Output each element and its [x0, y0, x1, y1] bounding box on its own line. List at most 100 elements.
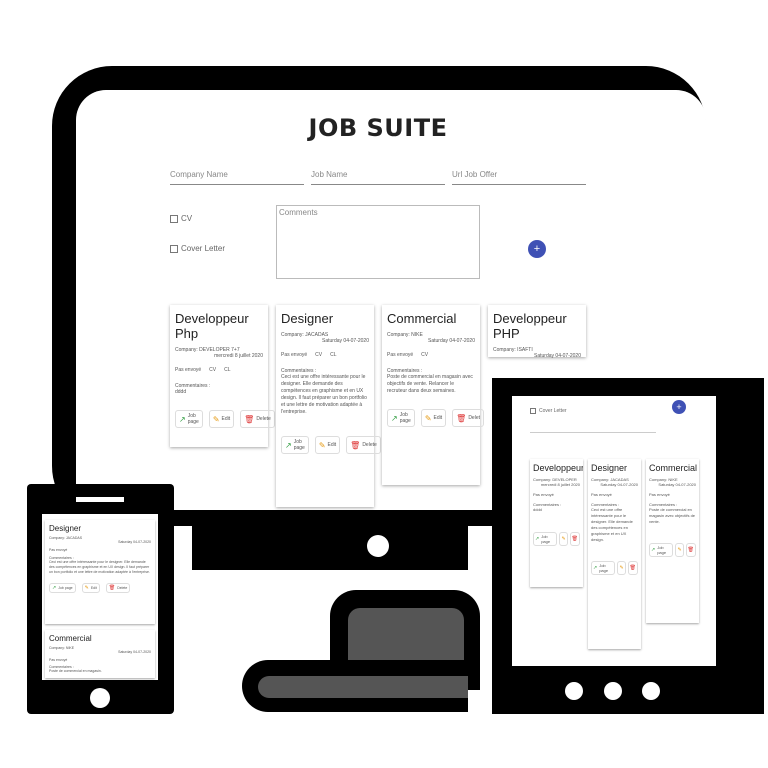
external-link-icon: ↗ — [535, 536, 540, 542]
job-title: Commercial — [649, 463, 698, 473]
edit-button[interactable]: ✎ Edit — [420, 409, 447, 427]
job-date: mercredi 8 juillet 2020 — [214, 353, 263, 359]
comments-text: dddd — [533, 507, 542, 512]
external-link-icon: ↗ — [593, 565, 598, 571]
delete-button[interactable]: 🗑 — [627, 561, 638, 575]
delete-label: Delete — [256, 416, 271, 422]
comments-text: Poste de commercial en magasin avec obje… — [387, 374, 473, 394]
job-page-label: Job page — [541, 534, 551, 544]
status-text: Pas envoyé — [49, 658, 68, 662]
job-page-button[interactable]: ↗ Job page — [49, 583, 76, 593]
job-date: Saturday 04-07-2020 — [534, 353, 581, 359]
job-title: Designer — [281, 311, 334, 326]
edit-button[interactable]: ✎ — [617, 561, 626, 575]
edit-button[interactable]: ✎ — [559, 532, 568, 546]
add-job-button[interactable]: + — [528, 240, 546, 258]
cover-letter-checkbox[interactable]: Cover Letter — [170, 244, 225, 253]
job-title: Developpeur PHP — [493, 311, 567, 341]
tablet-job-card: Designer Company: JACADAS Saturday 04-07… — [588, 459, 641, 649]
job-date: Saturday 04-07-2020 — [118, 650, 151, 654]
job-date: Saturday 04-07-2020 — [322, 338, 369, 344]
job-card: Developpeur Php Company: DEVELOPER 7+7 m… — [170, 305, 275, 447]
job-page-button[interactable]: ↗ Job page — [649, 543, 674, 557]
trash-icon: 🗑 — [108, 585, 116, 591]
trash-icon: 🗑 — [244, 414, 255, 424]
phone-job-card: Designer Company: JACADAS Saturday 04-07… — [45, 520, 155, 624]
status-text: Pas envoyé — [649, 492, 670, 497]
job-date: Saturday 04-07-2020 — [118, 540, 151, 544]
edit-label: Edit — [327, 442, 337, 448]
phone-home-button-icon — [90, 688, 110, 708]
job-page-button[interactable]: ↗ Job page — [533, 532, 558, 546]
comments-text: Poste de commercial en magasin. — [49, 669, 102, 673]
company-name-input[interactable]: Company Name — [170, 170, 304, 185]
delete-button[interactable]: 🗑 Delete — [240, 410, 275, 428]
checkbox-icon — [170, 244, 178, 253]
monitor-stand-base-inner — [258, 676, 468, 698]
job-page-button[interactable]: ↗ Job page — [591, 561, 616, 575]
delete-button[interactable]: 🗑 Delete — [105, 583, 131, 593]
edit-icon: ✎ — [424, 413, 432, 423]
edit-label: Edit — [221, 416, 231, 422]
job-title: Commercial — [49, 634, 92, 643]
job-page-label: Job page — [58, 586, 73, 590]
edit-label: Edit — [433, 415, 443, 421]
comments-text: Poste de commercial en magasin avec obje… — [649, 507, 696, 524]
cv-flag: CV — [315, 352, 323, 358]
job-page-button[interactable]: ↗ Job page — [281, 436, 309, 454]
power-button-icon — [367, 535, 389, 557]
job-page-button[interactable]: ↗ Job page — [175, 410, 203, 428]
job-page-label: Job page — [599, 563, 609, 573]
job-title: Designer — [591, 463, 628, 473]
status-text: Pas envoyé — [281, 352, 308, 358]
edit-button[interactable]: ✎ Edit — [314, 436, 341, 454]
delete-label: Delet — [468, 415, 480, 421]
comments-text: dddd — [175, 389, 187, 395]
edit-icon: ✎ — [561, 536, 566, 542]
status-text: Pas envoyé — [49, 548, 68, 552]
job-date: Saturday 04-07-2020 — [658, 482, 696, 487]
delete-button[interactable]: 🗑 Delete — [346, 436, 381, 454]
external-link-icon: ↗ — [391, 413, 398, 423]
edit-button[interactable]: ✎ Edit — [81, 583, 100, 593]
cv-checkbox[interactable]: CV — [170, 214, 192, 223]
job-card: Developpeur PHP Company: ISAFTI Saturday… — [488, 305, 586, 359]
checkbox-icon — [530, 408, 536, 414]
delete-label: Delete — [117, 586, 128, 590]
cl-flag: CL — [224, 367, 231, 373]
delete-button[interactable]: 🗑 — [685, 543, 696, 557]
trash-icon: 🗑 — [456, 413, 467, 423]
edit-button[interactable]: ✎ — [675, 543, 684, 557]
job-page-button[interactable]: ↗ Job page — [387, 409, 415, 427]
trash-icon: 🗑 — [571, 536, 578, 542]
cv-flag: CV — [209, 367, 217, 373]
job-title: Developpeur Php — [533, 463, 583, 473]
job-card: Designer Company: JACADAS Saturday 04-07… — [276, 305, 381, 507]
tablet-button-icon — [565, 682, 583, 700]
tablet-job-card: Commercial Company: NIKE Saturday 04-07-… — [646, 459, 699, 623]
comments-text: Ceci est une offre intéressante pour le … — [591, 507, 633, 542]
delete-button[interactable]: 🗑 — [569, 532, 580, 546]
delete-label: Delete — [362, 442, 377, 448]
job-date: Saturday 04-07-2020 — [600, 482, 638, 487]
job-page-label: Job page — [399, 412, 411, 424]
app-title: JOB SUITE — [308, 114, 448, 142]
external-link-icon: ↗ — [285, 440, 292, 450]
url-job-offer-input[interactable]: Url Job Offer — [452, 170, 586, 185]
job-page-label: Job page — [187, 413, 199, 425]
tablet-button-icon — [604, 682, 622, 700]
job-title: Developpeur Php — [175, 311, 249, 341]
cl-flag: CL — [330, 352, 337, 358]
job-name-input[interactable]: Job Name — [311, 170, 445, 185]
comments-textarea[interactable]: Comments — [276, 205, 480, 279]
tablet-add-job-button[interactable]: + — [672, 400, 686, 414]
edit-icon: ✎ — [619, 565, 624, 571]
cover-letter-label: Cover Letter — [181, 244, 226, 253]
edit-icon: ✎ — [84, 585, 89, 591]
edit-icon: ✎ — [318, 440, 326, 450]
job-title: Designer — [49, 524, 82, 533]
delete-button[interactable]: 🗑 Delet — [452, 409, 484, 427]
job-date: Saturday 04-07-2020 — [428, 338, 475, 344]
tablet-cover-letter-checkbox[interactable]: Cover Letter — [530, 408, 567, 414]
edit-button[interactable]: ✎ Edit — [208, 410, 235, 428]
